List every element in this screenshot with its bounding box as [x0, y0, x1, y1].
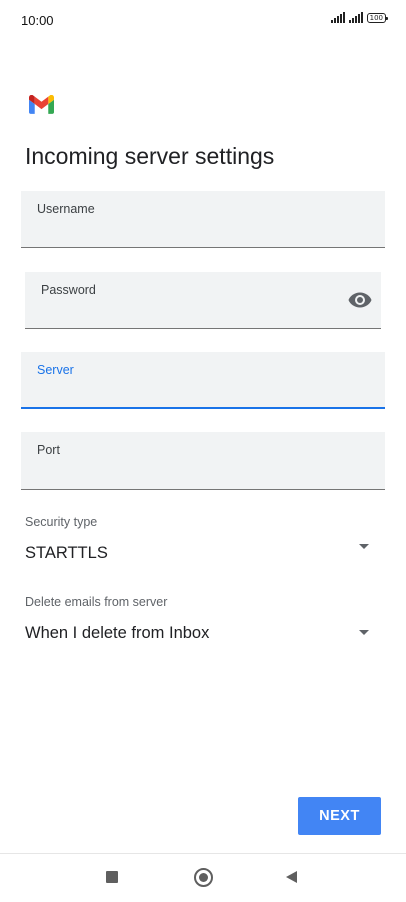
eye-icon[interactable] [348, 291, 372, 309]
status-icons: 100 [330, 12, 389, 23]
dropdown-arrow-icon[interactable] [359, 630, 369, 635]
dropdown-arrow-icon[interactable] [359, 544, 369, 549]
battery-icon: 100 [366, 12, 389, 23]
port-field[interactable]: Port [21, 432, 385, 490]
password-field[interactable]: Password [25, 272, 381, 329]
username-field[interactable]: Username [21, 191, 385, 248]
status-bar: 10:00 100 [0, 0, 406, 40]
back-icon[interactable] [286, 871, 297, 883]
password-label: Password [41, 283, 96, 297]
security-type-label: Security type [25, 515, 98, 529]
username-label: Username [37, 202, 95, 216]
navigation-bar [0, 853, 406, 902]
signal-icon [348, 12, 363, 23]
recent-apps-icon[interactable] [106, 871, 118, 883]
server-field[interactable]: Server [21, 352, 385, 409]
home-icon[interactable] [194, 868, 213, 887]
security-type-select[interactable]: STARTTLS [25, 544, 108, 563]
port-label: Port [37, 443, 60, 457]
status-time: 10:00 [21, 13, 54, 28]
server-label: Server [37, 363, 74, 377]
next-button[interactable]: NEXT [298, 797, 381, 835]
gmail-logo [29, 95, 54, 114]
battery-level: 100 [369, 13, 383, 22]
delete-emails-label: Delete emails from server [25, 595, 168, 609]
signal-icon [330, 12, 345, 23]
page-title: Incoming server settings [25, 143, 275, 169]
delete-emails-select[interactable]: When I delete from Inbox [25, 624, 209, 643]
